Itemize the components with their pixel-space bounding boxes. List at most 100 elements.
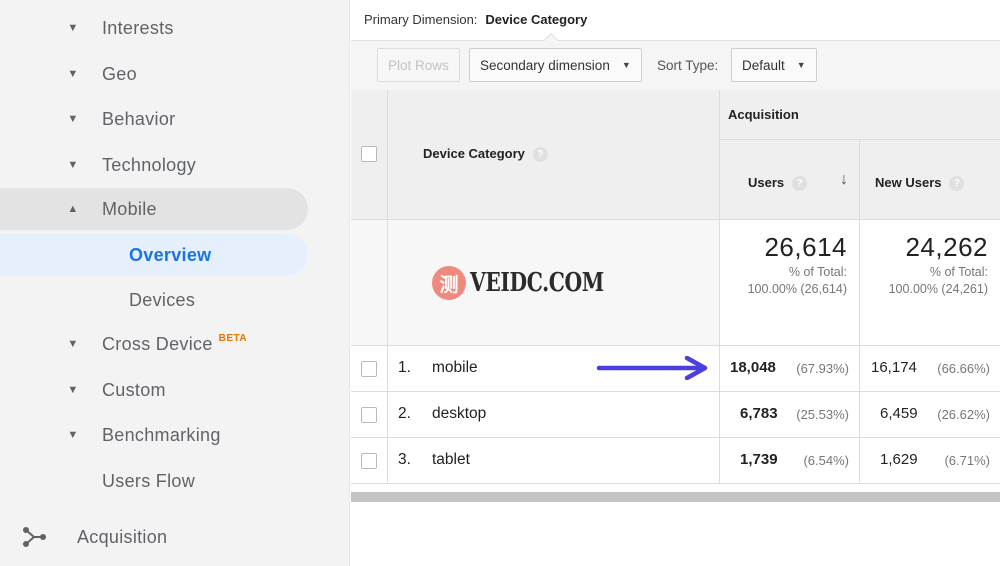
row-new-users-pct: (66.66%): [937, 361, 990, 376]
row-new-users-cell: 6,459 (26.62%): [860, 392, 1000, 438]
row-users-cell: 6,783 (25.53%): [720, 392, 860, 438]
watermark-logo: 测 VEIDC.COM: [432, 265, 642, 301]
row-users-pct: (6.54%): [803, 453, 849, 468]
totals-checkbox-cell: [351, 220, 388, 346]
total-new-users-pct: 100.00% (24,261): [888, 282, 988, 296]
row-number: 1.: [398, 359, 411, 376]
sidebar-item-mobile[interactable]: ▲ Mobile: [0, 188, 308, 230]
sidebar-item-label: Acquisition: [77, 526, 168, 547]
row-checkbox[interactable]: [361, 407, 377, 423]
secondary-dimension-label: Secondary dimension: [480, 57, 610, 73]
help-icon[interactable]: ?: [792, 176, 808, 192]
sidebar-item-label: Benchmarking: [102, 424, 221, 445]
sidebar-item-label: Interests: [102, 17, 174, 38]
total-users-pct: 100.00% (26,614): [747, 282, 847, 296]
watermark-badge: 测: [432, 266, 466, 300]
row-users-pct: (25.53%): [796, 407, 849, 422]
primary-dimension-label: Primary Dimension:: [364, 12, 478, 27]
row-dimension-link[interactable]: desktop: [432, 405, 486, 423]
select-all-checkbox[interactable]: [361, 146, 377, 162]
row-users: 6,783: [740, 405, 778, 422]
row-users: 1,739: [740, 451, 778, 468]
caret-down-icon: ▼: [67, 429, 79, 441]
sidebar-item-label: Users Flow: [102, 470, 196, 491]
row-users-cell: 18,048 (67.93%): [720, 346, 860, 392]
row-number: 2.: [398, 405, 411, 422]
row-new-users-cell: 1,629 (6.71%): [860, 438, 1000, 484]
table-row-checkbox-cell: [351, 438, 388, 484]
row-new-users: 6,459: [880, 405, 918, 422]
sort-type-dropdown[interactable]: Default ▼: [731, 48, 817, 82]
acquisition-group-header: Acquisition: [720, 90, 1000, 140]
users-header-label: Users: [748, 175, 785, 190]
sidebar: ▼ Interests ▼ Geo ▼ Behavior ▼ Technolog…: [0, 0, 350, 566]
acquisition-header-label: Acquisition: [728, 107, 799, 122]
total-users-pct-label: % of Total:: [788, 265, 847, 279]
sidebar-item-label: Technology: [102, 154, 197, 175]
row-new-users: 1,629: [880, 451, 918, 468]
caret-down-icon: ▼: [67, 384, 79, 396]
device-category-header-label: Device Category: [423, 146, 525, 161]
sidebar-item-label: Behavior: [102, 108, 176, 129]
secondary-dimension-dropdown[interactable]: Secondary dimension ▼: [469, 48, 642, 82]
row-new-users-pct: (26.62%): [937, 407, 990, 422]
caret-down-icon: ▼: [67, 159, 79, 171]
total-new-users: 24,262: [905, 232, 988, 262]
sidebar-item-label: Devices: [129, 289, 196, 310]
total-new-users-pct-label: % of Total:: [929, 265, 988, 279]
new-users-header-cell[interactable]: New Users?: [860, 140, 1000, 220]
dropdown-arrow-icon: ▼: [621, 60, 631, 70]
caret-down-icon: ▼: [67, 68, 79, 80]
cross-device-label: Cross Device: [102, 333, 213, 354]
row-users-pct: (67.93%): [796, 361, 849, 376]
row-new-users: 16,174: [871, 359, 917, 376]
beta-badge: BETA: [218, 332, 248, 344]
dropdown-arrow-icon: ▼: [796, 60, 806, 70]
sort-type-label: Sort Type:: [657, 58, 719, 73]
table-row: 3. tablet: [388, 438, 720, 484]
row-checkbox[interactable]: [361, 361, 377, 377]
totals-new-users-cell: 24,262 % of Total: 100.00% (24,261): [860, 220, 1000, 346]
sidebar-item-label: Geo: [102, 63, 137, 84]
plot-rows-label: Plot Rows: [388, 57, 449, 73]
table-toolbar: Plot Rows Secondary dimension ▼ Sort Typ…: [351, 41, 1000, 90]
caret-down-icon: ▼: [67, 113, 79, 125]
new-users-header-label: New Users: [875, 175, 942, 190]
header-checkbox-cell: [351, 90, 388, 220]
watermark-text: VEIDC.COM: [470, 268, 604, 298]
new-users-header: New Users?: [875, 175, 965, 192]
acquisition-icon: [23, 527, 46, 547]
row-checkbox[interactable]: [361, 453, 377, 469]
header-dimension-cell: Device Category?: [388, 90, 720, 220]
row-number: 3.: [398, 451, 411, 468]
table-row-checkbox-cell: [351, 392, 388, 438]
table-row-checkbox-cell: [351, 346, 388, 392]
sidebar-item-label: Overview: [129, 244, 212, 265]
plot-rows-button[interactable]: Plot Rows: [377, 48, 460, 82]
primary-dimension-value[interactable]: Device Category: [485, 12, 587, 27]
total-users: 26,614: [764, 232, 847, 262]
sort-descending-icon[interactable]: ↓: [840, 171, 848, 189]
users-header-cell[interactable]: Users? ↓: [720, 140, 860, 220]
row-dimension-link[interactable]: tablet: [432, 451, 470, 469]
caret-down-icon: ▼: [67, 22, 79, 34]
sidebar-item-label: Custom: [102, 379, 166, 400]
row-dimension-link[interactable]: mobile: [432, 359, 478, 377]
help-icon[interactable]: ?: [532, 147, 548, 163]
primary-dimension: Primary Dimension: Device Category: [364, 12, 587, 27]
analytics-screen: ▼ Interests ▼ Geo ▼ Behavior ▼ Technolog…: [0, 0, 1000, 566]
caret-down-icon: ▼: [67, 338, 79, 350]
users-header: Users?: [748, 175, 808, 192]
row-new-users-pct: (6.71%): [944, 453, 990, 468]
totals-users-cell: 26,614 % of Total: 100.00% (26,614): [720, 220, 860, 346]
table-row: 2. desktop: [388, 392, 720, 438]
help-icon[interactable]: ?: [949, 176, 965, 192]
sidebar-item-overview[interactable]: Overview: [0, 234, 308, 276]
sort-type-value: Default: [742, 57, 785, 73]
sidebar-item-label: Mobile: [102, 198, 157, 219]
row-new-users-cell: 16,174 (66.66%): [860, 346, 1000, 392]
highlight-arrow: [596, 356, 708, 380]
row-users: 18,048: [730, 359, 776, 376]
horizontal-scrollbar[interactable]: [351, 492, 1000, 502]
device-category-header[interactable]: Device Category?: [423, 146, 548, 163]
